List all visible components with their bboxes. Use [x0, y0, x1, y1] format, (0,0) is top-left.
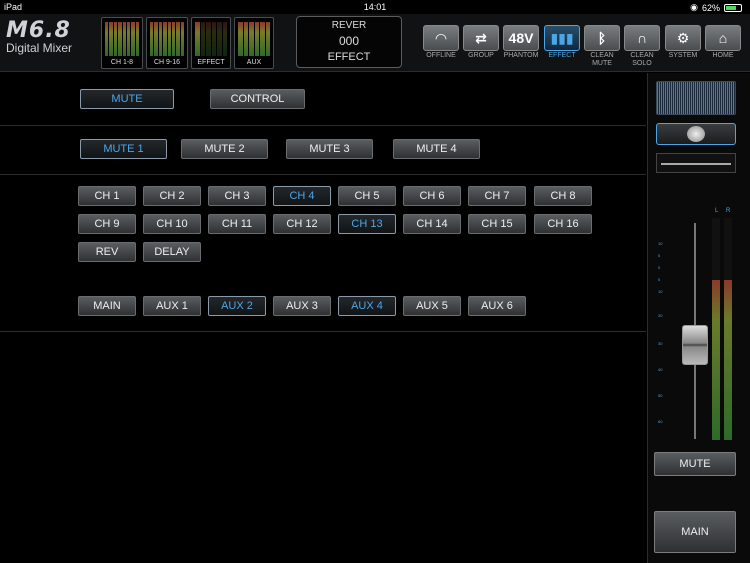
channel-button-2[interactable]: CH 2 [143, 186, 201, 206]
effect-display[interactable]: REVER 000 EFFECT [296, 16, 402, 68]
logo-subtitle: Digital Mixer [6, 41, 73, 55]
toolbar-effect-button[interactable]: ▮▮▮ EFFECT [544, 25, 580, 60]
channel-button-13[interactable]: CH 13 [338, 214, 396, 234]
status-right: ◉ 62% [690, 2, 742, 13]
master-strip: 10 5 0 5 10 20 30 40 50 60 L R MUTE MAIN [647, 73, 750, 563]
app-header: M6.8 Digital Mixer CH 1-8 CH 9-16 EFFECT… [0, 14, 750, 72]
fader-scale: 10 5 0 5 10 20 30 40 50 60 [658, 241, 663, 424]
channel-button-11[interactable]: CH 11 [208, 214, 266, 234]
channel-button-7[interactable]: CH 7 [468, 186, 526, 206]
output-button-aux-1[interactable]: AUX 1 [143, 296, 201, 316]
display-line3: EFFECT [327, 51, 371, 63]
vu-meter-left [712, 218, 720, 440]
meter-left-label: L [715, 208, 719, 214]
toolbar-offline-button[interactable]: ◠ OFFLINE [423, 25, 459, 60]
pan-control[interactable] [656, 123, 736, 145]
toolbar-system-button[interactable]: ⚙ SYSTEM [665, 25, 701, 60]
headphones-icon: ∩ [624, 25, 660, 51]
display-line1: REVER [331, 20, 367, 31]
channel-button-3[interactable]: CH 3 [208, 186, 266, 206]
channel-button-12[interactable]: CH 12 [273, 214, 331, 234]
balance-slider[interactable] [656, 153, 736, 173]
bluetooth-status-icon: ◉ [690, 2, 698, 12]
effect-button-rev[interactable]: REV [78, 242, 136, 262]
output-button-main[interactable]: MAIN [78, 296, 136, 316]
pan-knob-icon[interactable] [687, 126, 705, 142]
meter-label: EFFECT [197, 59, 225, 66]
output-button-aux-4[interactable]: AUX 4 [338, 296, 396, 316]
meter-label: CH 9-16 [153, 59, 181, 66]
home-icon: ⌂ [705, 25, 741, 51]
tab-control[interactable]: CONTROL [210, 89, 305, 109]
output-button-aux-3[interactable]: AUX 3 [273, 296, 331, 316]
divider [0, 125, 646, 126]
meter-label: CH 1-8 [110, 59, 134, 66]
divider [0, 331, 646, 332]
toolbar-phantom-button[interactable]: 48V PHANTOM [503, 25, 539, 60]
mute-group-button-4[interactable]: MUTE 4 [393, 139, 480, 159]
battery-percent: 62% [701, 2, 720, 13]
meter-ch1-8[interactable]: CH 1-8 [101, 17, 143, 69]
meter-effect[interactable]: EFFECT [191, 17, 231, 69]
output-button-aux-6[interactable]: AUX 6 [468, 296, 526, 316]
48v-icon: 48V [503, 25, 539, 51]
mute-group-button-2[interactable]: MUTE 2 [181, 139, 268, 159]
clock: 14:01 [363, 2, 387, 12]
main-select-button[interactable]: MAIN [654, 511, 736, 553]
meter-aux[interactable]: AUX [234, 17, 274, 69]
mute-group-button-1[interactable]: MUTE 1 [80, 139, 167, 159]
output-button-aux-5[interactable]: AUX 5 [403, 296, 461, 316]
channel-button-10[interactable]: CH 10 [143, 214, 201, 234]
vu-meter-right [724, 218, 732, 440]
toolbar-clean-solo-button[interactable]: ∩ CLEAN SOLO [624, 25, 660, 68]
logo-model: M6.8 [6, 18, 71, 43]
bars-icon: ▮▮▮ [544, 25, 580, 51]
channel-button-1[interactable]: CH 1 [78, 186, 136, 206]
display-line2: 000 [338, 34, 360, 48]
waveform-display[interactable] [656, 81, 736, 115]
wifi-icon: ◠ [423, 25, 459, 51]
channel-button-8[interactable]: CH 8 [534, 186, 592, 206]
output-button-aux-2[interactable]: AUX 2 [208, 296, 266, 316]
meter-ch9-16[interactable]: CH 9-16 [146, 17, 188, 69]
battery-icon [724, 3, 742, 12]
divider [0, 174, 646, 175]
toolbar-group-button[interactable]: ⇄ GROUP [463, 25, 499, 60]
toolbar-home-button[interactable]: ⌂ HOME [705, 25, 741, 60]
channel-button-5[interactable]: CH 5 [338, 186, 396, 206]
channel-button-16[interactable]: CH 16 [534, 214, 592, 234]
app-logo: M6.8 Digital Mixer [6, 18, 72, 55]
channel-button-9[interactable]: CH 9 [78, 214, 136, 234]
bluetooth-icon: ᛒ [584, 25, 620, 51]
toolbar-clean-mute-button[interactable]: ᛒ CLEAN MUTE [584, 25, 620, 68]
meter-label: AUX [246, 59, 262, 66]
channel-button-14[interactable]: CH 14 [403, 214, 461, 234]
effect-button-delay[interactable]: DELAY [143, 242, 201, 262]
arrows-icon: ⇄ [463, 25, 499, 51]
master-mute-button[interactable]: MUTE [654, 452, 736, 476]
status-bar: iPad 14:01 ◉ 62% [0, 0, 750, 14]
channel-button-6[interactable]: CH 6 [403, 186, 461, 206]
mute-group-button-3[interactable]: MUTE 3 [286, 139, 373, 159]
meter-right-label: R [726, 208, 731, 214]
gear-icon: ⚙ [665, 25, 701, 51]
channel-button-15[interactable]: CH 15 [468, 214, 526, 234]
channel-button-4[interactable]: CH 4 [273, 186, 331, 206]
tab-mute[interactable]: MUTE [80, 89, 174, 109]
main-fader-handle[interactable] [682, 325, 708, 365]
